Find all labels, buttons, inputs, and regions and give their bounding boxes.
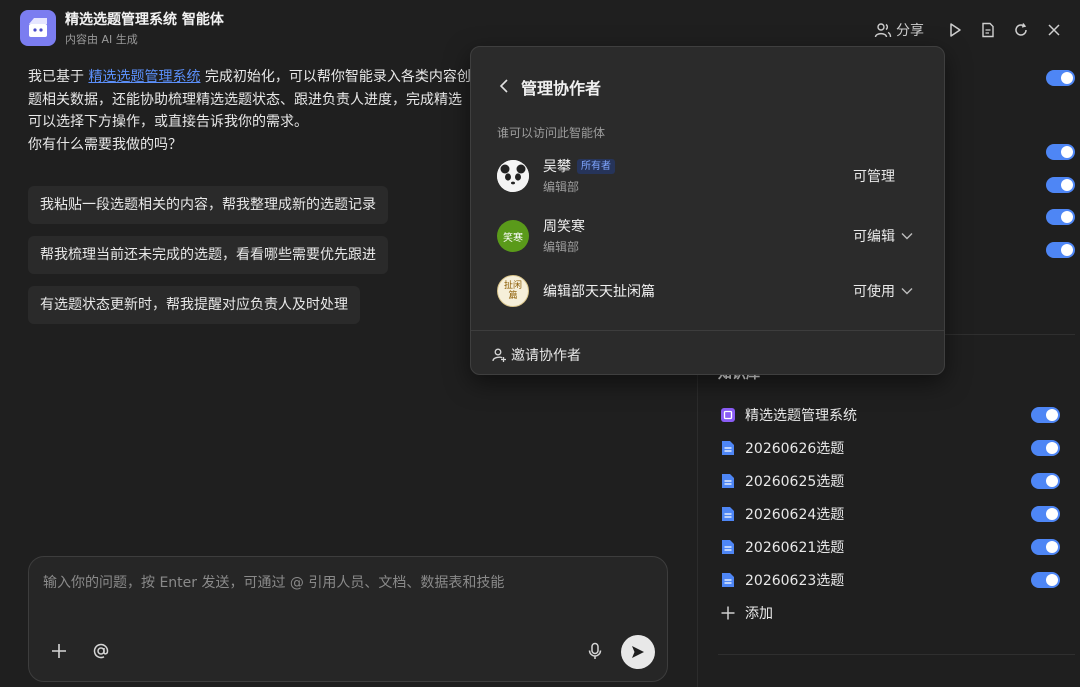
- send-button[interactable]: [621, 635, 655, 669]
- share-button[interactable]: 分享: [874, 20, 924, 40]
- app-window: 精选选题管理系统 智能体 内容由 AI 生成 分享 我已基于 精选选题管理系统 …: [0, 0, 1080, 687]
- permission-text: 可管理: [853, 169, 895, 185]
- avatar: 扯闲篇: [497, 275, 529, 307]
- permission-text: 可使用: [853, 284, 895, 300]
- document-icon[interactable]: [971, 18, 1004, 42]
- toggle-switch[interactable]: [1046, 242, 1075, 258]
- add-person-icon: [492, 348, 506, 362]
- agent-title: 精选选题管理系统 智能体: [65, 12, 224, 28]
- toggle-switch[interactable]: [1046, 144, 1075, 160]
- permission-text: 可编辑: [853, 229, 895, 245]
- doc-icon: [720, 506, 736, 522]
- people-icon: [874, 23, 892, 38]
- suggestion-chip[interactable]: 我粘贴一段选题相关的内容，帮我整理成新的选题记录: [28, 186, 388, 224]
- kb-item-label: 20260621选题: [745, 540, 845, 556]
- collaborator-name: 周笑寒: [543, 219, 585, 235]
- kb-item-label: 20260624选题: [745, 507, 845, 523]
- toggle-switch[interactable]: [1031, 473, 1060, 489]
- message-input[interactable]: [43, 571, 643, 595]
- add-kb-button[interactable]: 添加: [720, 602, 1060, 624]
- play-icon[interactable]: [938, 18, 971, 42]
- permission-label: 可管理: [853, 166, 895, 186]
- intro-line-4: 你有什么需要我做的吗？: [28, 136, 182, 153]
- microphone-icon[interactable]: [585, 641, 605, 661]
- share-label: 分享: [896, 23, 924, 39]
- suggestion-chip[interactable]: 有选题状态更新时，帮我提醒对应负责人及时处理: [28, 286, 360, 324]
- owner-badge: 所有者: [577, 159, 615, 174]
- system-link[interactable]: 精选选题管理系统: [88, 69, 200, 85]
- doc-icon: [720, 572, 736, 588]
- close-icon[interactable]: [1037, 18, 1070, 42]
- kb-item-label: 20260623选题: [745, 573, 845, 589]
- collaborator-dept: 编辑部: [543, 180, 580, 194]
- add-attachment-icon[interactable]: [49, 641, 69, 661]
- toggle-switch[interactable]: [1031, 506, 1060, 522]
- toggle-switch[interactable]: [1046, 177, 1075, 193]
- base-icon: [720, 407, 736, 423]
- kb-item[interactable]: 20260625选题: [720, 470, 1060, 492]
- toggle-switch[interactable]: [1046, 209, 1075, 225]
- kb-item-label: 20260625选题: [745, 474, 845, 490]
- kb-item[interactable]: 20260623选题: [720, 569, 1060, 591]
- invite-collaborator-button[interactable]: 邀请协作者: [491, 345, 581, 365]
- mention-icon[interactable]: [91, 641, 111, 661]
- collaborator-dept: 编辑部: [543, 240, 580, 254]
- doc-icon: [720, 473, 736, 489]
- kb-item[interactable]: 20260626选题: [720, 437, 1060, 459]
- suggestion-chip[interactable]: 帮我梳理当前还未完成的选题，看看哪些需要优先跟进: [28, 236, 388, 274]
- section-divider: [718, 654, 1075, 655]
- invite-label: 邀请协作者: [511, 348, 581, 364]
- intro-line-3: 可以选择下方操作，或直接告诉我你的需求。: [28, 114, 308, 130]
- manage-collaborators-popover: 管理协作者 谁可以访问此智能体 吴攀 所有者 编辑部 可管理 笑寒 周笑寒 编辑部…: [470, 46, 945, 375]
- collaborator-name-text: 吴攀: [543, 159, 571, 175]
- back-chevron-icon[interactable]: [497, 77, 511, 95]
- popover-divider: [471, 330, 944, 331]
- intro-line1-suffix: 完成初始化，可以帮你智能录入各类内容创: [200, 69, 471, 85]
- plus-icon: [720, 605, 736, 621]
- collaborator-row: 吴攀 所有者 编辑部 可管理: [497, 156, 922, 196]
- kb-item-label: 20260626选题: [745, 441, 845, 457]
- toggle-switch[interactable]: [1031, 572, 1060, 588]
- avatar: 笑寒: [497, 220, 529, 252]
- add-label: 添加: [745, 606, 773, 622]
- avatar: [497, 160, 529, 192]
- agent-logo: [20, 10, 56, 46]
- kb-item[interactable]: 精选选题管理系统: [720, 404, 1060, 426]
- intro-line-2: 题相关数据，还能协助梳理精选选题状态、跟进负责人进度，完成精选: [28, 91, 462, 108]
- agent-intro-message: 我已基于 精选选题管理系统 完成初始化，可以帮你智能录入各类内容创 题相关数据，…: [28, 66, 478, 156]
- message-composer: [28, 556, 668, 682]
- collaborator-row: 笑寒 周笑寒 编辑部 可编辑: [497, 216, 922, 256]
- collaborator-name: 编辑部天天扯闲篇: [543, 284, 655, 300]
- refresh-icon[interactable]: [1004, 18, 1037, 42]
- collaborator-row: 扯闲篇 编辑部天天扯闲篇 可使用: [497, 271, 922, 311]
- chevron-down-icon: [901, 288, 913, 295]
- chevron-down-icon: [901, 233, 913, 240]
- ai-generated-note: 内容由 AI 生成: [65, 33, 138, 46]
- intro-line-1: 我已基于 精选选题管理系统 完成初始化，可以帮你智能录入各类内容创: [28, 66, 478, 89]
- toggle-switch[interactable]: [1046, 70, 1075, 86]
- kb-item[interactable]: 20260624选题: [720, 503, 1060, 525]
- kb-item-label: 精选选题管理系统: [745, 408, 857, 424]
- permission-dropdown[interactable]: 可使用: [853, 281, 913, 301]
- doc-icon: [720, 539, 736, 555]
- popover-title: 管理协作者: [521, 79, 602, 98]
- permission-dropdown[interactable]: 可编辑: [853, 226, 913, 246]
- header-actions: 分享: [874, 18, 1070, 42]
- toggle-switch[interactable]: [1031, 407, 1060, 423]
- doc-icon: [720, 440, 736, 456]
- send-icon: [632, 646, 644, 658]
- access-caption: 谁可以访问此智能体: [497, 126, 606, 140]
- intro-prefix: 我已基于: [28, 69, 89, 85]
- kb-item[interactable]: 20260621选题: [720, 536, 1060, 558]
- collaborator-name: 吴攀 所有者: [543, 156, 615, 176]
- toggle-switch[interactable]: [1031, 440, 1060, 456]
- toggle-switch[interactable]: [1031, 539, 1060, 555]
